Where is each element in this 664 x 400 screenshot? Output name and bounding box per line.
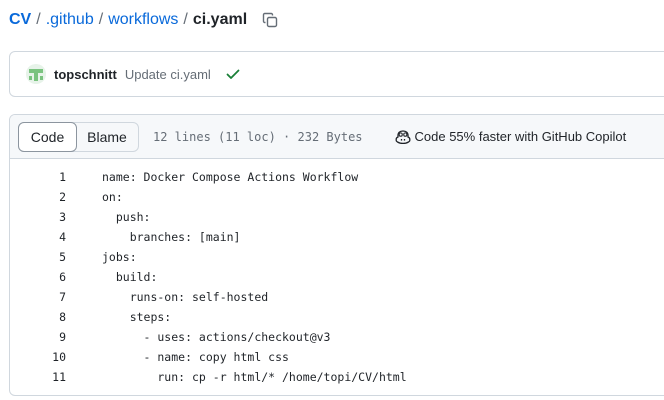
- copilot-icon: [395, 129, 410, 144]
- code-block: 1 name: Docker Compose Actions Workflow 2 o…: [10, 159, 664, 387]
- line-content: name: Docker Compose Actions Workflow: [102, 170, 359, 184]
- breadcrumb-repo-link[interactable]: CV: [9, 11, 31, 29]
- code-line: 9 - uses: actions/checkout@v3: [10, 327, 664, 347]
- code-line: 1 name: Docker Compose Actions Workflow: [10, 167, 664, 187]
- line-content: build:: [102, 270, 158, 284]
- breadcrumb: CV / .github / workflows / ci.yaml: [9, 8, 281, 32]
- line-content: run: cp -r html/* /home/topi/CV/html: [102, 370, 407, 384]
- line-number[interactable]: 10: [10, 350, 66, 364]
- line-number[interactable]: 2: [10, 190, 66, 204]
- code-line: 11 run: cp -r html/* /home/topi/CV/html: [10, 367, 664, 387]
- file-viewer: Code Blame 12 lines (11 loc) · 232 Bytes…: [9, 114, 664, 396]
- line-number[interactable]: 3: [10, 210, 66, 224]
- code-line: 7 runs-on: self-hosted: [10, 287, 664, 307]
- line-number[interactable]: 9: [10, 330, 66, 344]
- breadcrumb-current-file: ci.yaml: [192, 11, 248, 28]
- file-info: 12 lines (11 loc) · 232 Bytes: [153, 129, 363, 144]
- line-number[interactable]: 6: [10, 270, 66, 284]
- view-toggle: Code Blame: [18, 121, 139, 152]
- copy-icon: [262, 12, 278, 28]
- line-content: runs-on: self-hosted: [102, 290, 269, 304]
- commit-message[interactable]: Update ci.yaml: [125, 67, 211, 82]
- tab-blame[interactable]: Blame: [76, 123, 138, 151]
- line-content: jobs:: [102, 250, 137, 264]
- line-content: - uses: actions/checkout@v3: [102, 330, 331, 344]
- tab-code[interactable]: Code: [18, 121, 77, 152]
- line-number[interactable]: 4: [10, 230, 66, 244]
- copilot-promo-link[interactable]: Code 55% faster with GitHub Copilot: [395, 129, 627, 145]
- code-line: 8 steps:: [10, 307, 664, 327]
- latest-commit-bar: topschnitt Update ci.yaml: [9, 51, 664, 97]
- breadcrumb-github-link[interactable]: .github: [46, 11, 94, 29]
- copilot-promo-label: Code 55% faster with GitHub Copilot: [414, 129, 627, 144]
- breadcrumb-workflows-link[interactable]: workflows: [108, 11, 178, 29]
- line-number[interactable]: 5: [10, 250, 66, 264]
- breadcrumb-separator: /: [36, 11, 41, 28]
- avatar[interactable]: [26, 64, 46, 84]
- copy-path-button[interactable]: [259, 9, 281, 31]
- page: CV / .github / workflows / ci.yaml topsc…: [0, 0, 664, 400]
- commit-author[interactable]: topschnitt: [54, 67, 117, 82]
- file-header: Code Blame 12 lines (11 loc) · 232 Bytes…: [10, 115, 664, 159]
- line-content: on:: [102, 190, 123, 204]
- line-content: steps:: [102, 310, 172, 324]
- line-content: push:: [102, 210, 151, 224]
- code-line: 10 - name: copy html css: [10, 347, 664, 367]
- code-line: 3 push:: [10, 207, 664, 227]
- line-content: - name: copy html css: [102, 350, 289, 364]
- code-line: 4 branches: [main]: [10, 227, 664, 247]
- code-line: 5 jobs:: [10, 247, 664, 267]
- code-line: 6 build:: [10, 267, 664, 287]
- breadcrumb-separator: /: [98, 11, 104, 28]
- check-icon[interactable]: [225, 66, 241, 82]
- code-line: 2 on:: [10, 187, 664, 207]
- line-number[interactable]: 7: [10, 290, 66, 304]
- line-content: branches: [main]: [102, 230, 241, 244]
- line-number[interactable]: 11: [10, 370, 66, 384]
- line-number[interactable]: 8: [10, 310, 66, 324]
- breadcrumb-separator: /: [183, 11, 188, 28]
- line-number[interactable]: 1: [10, 170, 66, 184]
